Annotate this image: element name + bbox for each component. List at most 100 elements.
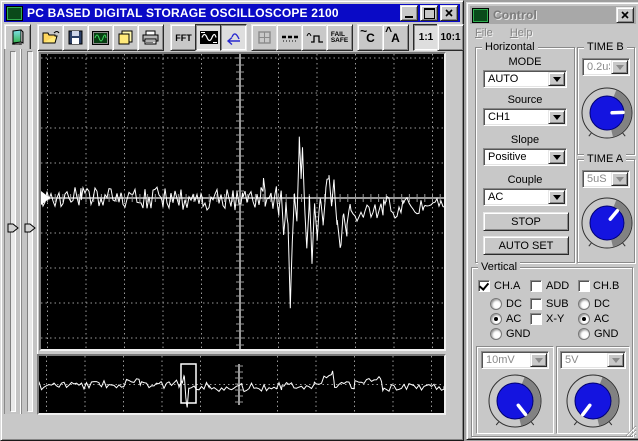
probe-10to1-button[interactable]: 10:1 [437, 24, 464, 51]
control-close-button[interactable] [616, 7, 634, 23]
chb-gnd-label: GND [594, 328, 618, 340]
floppy-disk-icon [68, 30, 83, 45]
xy-checkbox[interactable] [530, 313, 542, 325]
main-titlebar[interactable]: PC BASED DIGITAL STORAGE OSCILLOSCOPE 21… [4, 4, 460, 22]
cha-scale-combo[interactable]: 10mV [481, 351, 549, 369]
save-button[interactable] [62, 24, 89, 51]
stop-button[interactable]: STOP [483, 212, 569, 231]
slider-a-thumb[interactable] [7, 223, 19, 233]
source-label: Source [476, 94, 574, 106]
exit-button[interactable] [4, 24, 31, 51]
sub-checkbox[interactable] [530, 298, 542, 310]
chevron-down-icon [616, 177, 624, 182]
time-a-label: TIME A [584, 153, 626, 165]
time-a-knob[interactable] [576, 192, 638, 257]
printer-icon [142, 30, 159, 45]
time-b-group: TIME B 0.2uS [577, 47, 635, 155]
waveform-display-button[interactable] [195, 24, 222, 51]
chevron-down-icon [553, 77, 561, 82]
chevron-down-icon [616, 65, 624, 70]
menu-help[interactable]: Help [510, 27, 533, 39]
resize-grip[interactable] [624, 424, 637, 437]
time-a-combo[interactable]: 5uS [582, 170, 630, 188]
mode-label: MODE [476, 56, 574, 68]
chb-scale-combo-arrow[interactable] [607, 353, 624, 367]
chb-checkbox[interactable] [578, 280, 590, 292]
dotted-line-button[interactable] [276, 24, 303, 51]
xy-label: X-Y [546, 313, 564, 325]
add-checkbox[interactable] [530, 280, 542, 292]
time-b-knob[interactable] [576, 82, 638, 147]
window-title: PC BASED DIGITAL STORAGE OSCILLOSCOPE 21… [27, 6, 339, 20]
chb-ac-radio[interactable] [578, 313, 590, 325]
copy-button[interactable] [112, 24, 139, 51]
horizontal-group: Horizontal MODE AUTO Source CH1 Slope Po… [475, 47, 575, 263]
position-slider-b[interactable] [21, 49, 38, 414]
cha-ac-label: AC [506, 313, 521, 325]
cha-ac-radio[interactable] [490, 313, 502, 325]
tilde-accent-icon: ~ [360, 24, 367, 38]
close-button[interactable] [440, 5, 458, 21]
capture-button[interactable] [87, 24, 114, 51]
step-wave-button[interactable] [301, 24, 328, 51]
control-menubar: File Help [475, 27, 546, 39]
chb-dc-radio[interactable] [578, 298, 590, 310]
cha-gnd-radio[interactable] [490, 328, 502, 340]
dotted-line-icon [281, 33, 299, 43]
open-folder-icon [42, 30, 60, 45]
cha-panel: 10mV [476, 346, 554, 434]
overview-strip-display[interactable] [37, 354, 446, 415]
control-app-icon [472, 8, 489, 23]
fail-safe-button[interactable]: FAIL SAFE [326, 24, 353, 51]
chb-ac-label: AC [594, 313, 609, 325]
time-b-combo[interactable]: 0.2uS [582, 58, 630, 76]
slope-combo[interactable]: Positive [483, 148, 567, 166]
chevron-down-icon [553, 155, 561, 160]
cha-scale-combo-arrow[interactable] [530, 353, 547, 367]
mode-combo[interactable]: AUTO [483, 70, 567, 88]
time-a-combo-arrow[interactable] [611, 172, 628, 186]
open-button[interactable] [37, 24, 64, 51]
cha-dc-radio[interactable] [490, 298, 502, 310]
vertical-group-label: Vertical [478, 261, 520, 273]
vertical-group: Vertical CH.A ADD CH.B DC SUB DC AC X-Y … [471, 267, 633, 437]
couple-combo-arrow[interactable] [548, 190, 565, 204]
coupling-a-button[interactable]: ^A [382, 24, 409, 51]
sine-wave-icon [200, 31, 218, 44]
close-icon [445, 9, 453, 17]
ratio-10to1-label: 10:1 [440, 32, 460, 43]
slider-b-thumb[interactable] [24, 223, 36, 233]
chb-gain-knob[interactable] [561, 369, 625, 436]
print-button[interactable] [137, 24, 164, 51]
chb-gnd-radio[interactable] [578, 328, 590, 340]
minimize-button[interactable] [400, 5, 418, 21]
fft-button[interactable]: FFT [170, 24, 197, 51]
control-titlebar[interactable]: Control [470, 6, 636, 24]
chevron-down-icon [612, 358, 620, 363]
auto-set-button[interactable]: AUTO SET [483, 236, 569, 255]
menu-file[interactable]: File [475, 27, 493, 39]
a-label: A [391, 31, 400, 45]
chb-scale-combo[interactable]: 5V [560, 351, 626, 369]
coupling-c-button[interactable]: ~C [357, 24, 384, 51]
source-combo[interactable]: CH1 [483, 108, 567, 126]
oscilloscope-window: PC BASED DIGITAL STORAGE OSCILLOSCOPE 21… [0, 0, 464, 441]
source-combo-arrow[interactable] [548, 110, 565, 124]
chb-panel: 5V [556, 346, 630, 434]
probe-1to1-button[interactable]: 1:1 [413, 24, 439, 51]
position-slider-a[interactable] [4, 49, 21, 414]
sub-label: SUB [546, 298, 569, 310]
cha-checkbox[interactable] [478, 280, 490, 292]
fail-safe-label-2: SAFE [331, 38, 348, 44]
cha-gain-knob[interactable] [483, 369, 547, 436]
slope-combo-arrow[interactable] [548, 150, 565, 164]
notes-icon [118, 30, 134, 45]
fft-label: FFT [175, 33, 192, 43]
grid-button[interactable] [251, 24, 278, 51]
mode-combo-arrow[interactable] [548, 72, 565, 86]
shift-left-button[interactable] [220, 24, 247, 51]
c-label: C [366, 31, 375, 45]
time-b-combo-arrow[interactable] [611, 60, 628, 74]
maximize-button[interactable] [420, 5, 438, 21]
couple-combo[interactable]: AC [483, 188, 567, 206]
